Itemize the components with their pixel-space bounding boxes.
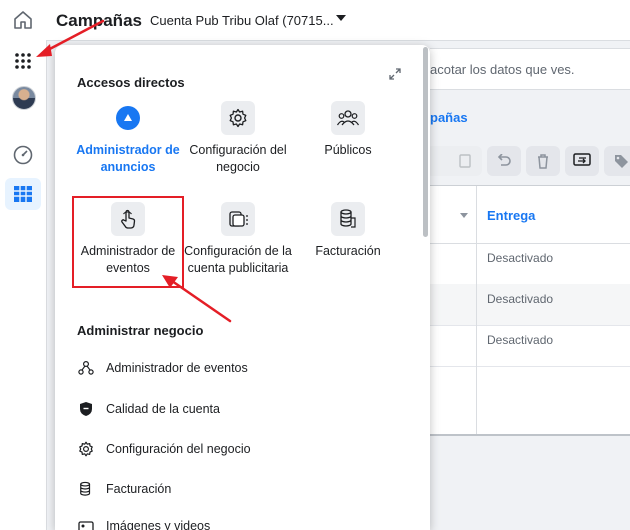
- table-header: Entrega: [430, 186, 630, 244]
- shortcut-ads-manager[interactable]: Administrador de anuncios: [69, 101, 187, 176]
- table-row[interactable]: Desactivado: [430, 243, 630, 285]
- billing-icon: [331, 202, 365, 236]
- gauge-icon[interactable]: [5, 139, 41, 171]
- filter-hint-bar: acotar los datos que ves.: [430, 48, 630, 90]
- image-icon: [77, 519, 95, 530]
- menu-item-billing[interactable]: Facturación: [77, 477, 407, 501]
- gear-icon: [77, 440, 95, 458]
- column-divider: [476, 186, 477, 434]
- expand-icon[interactable]: [388, 67, 402, 86]
- shield-icon: [77, 400, 95, 418]
- filter-hint-text: acotar los datos que ves.: [430, 62, 575, 77]
- duplicate-icon[interactable]: [448, 146, 482, 176]
- tag-icon[interactable]: [604, 146, 630, 176]
- delivery-cell: Desactivado: [487, 251, 554, 265]
- table-grid-icon[interactable]: [5, 178, 41, 210]
- shortcut-audiences[interactable]: Públicos: [289, 101, 407, 159]
- avatar[interactable]: [12, 86, 36, 110]
- menu-item-label: Configuración del negocio: [106, 442, 251, 456]
- shortcut-label: Configuración del negocio: [189, 143, 287, 174]
- menu-item-account-quality[interactable]: Calidad de la cuenta: [77, 397, 407, 421]
- left-nav-rail: [0, 0, 47, 530]
- undo-icon[interactable]: [487, 146, 521, 176]
- sort-caret-icon[interactable]: [460, 213, 468, 218]
- events-icon: [77, 359, 95, 377]
- menu-item-events-manager[interactable]: Administrador de eventos: [77, 356, 407, 380]
- chevron-down-icon[interactable]: [336, 15, 346, 21]
- campaigns-table: Entrega Desactivado Desactivado Desactiv…: [430, 185, 630, 436]
- menu-item-images-videos[interactable]: Imágenes y videos: [77, 517, 407, 530]
- shortcut-label: Configuración de la cuenta publicitaria: [184, 244, 292, 275]
- ab-test-icon[interactable]: [565, 146, 599, 176]
- shortcut-billing[interactable]: Facturación: [289, 202, 407, 260]
- shortcut-business-settings[interactable]: Configuración del negocio: [179, 101, 297, 176]
- delivery-cell: Desactivado: [487, 292, 554, 306]
- gear-icon: [221, 101, 255, 135]
- account-selector[interactable]: Cuenta Pub Tribu Olaf (70715...: [150, 13, 334, 28]
- scrollbar[interactable]: [423, 47, 428, 237]
- menu-item-label: Administrador de eventos: [106, 361, 248, 375]
- audiences-icon: [331, 101, 365, 135]
- campaigns-content: acotar los datos que ves. pañas Entrega …: [426, 40, 630, 530]
- ads-manager-icon: [111, 101, 145, 135]
- manage-business-title: Administrar negocio: [77, 323, 204, 338]
- menu-item-label: Facturación: [106, 482, 172, 496]
- tab-campaigns[interactable]: pañas: [430, 110, 468, 125]
- column-header-delivery[interactable]: Entrega: [487, 208, 535, 223]
- billing-icon: [77, 480, 95, 498]
- shortcut-label: Públicos: [324, 143, 372, 157]
- shortcut-label: Administrador de anuncios: [76, 143, 180, 174]
- table-row[interactable]: Desactivado: [430, 325, 630, 367]
- table-toolbar: [426, 146, 630, 180]
- apps-grid-icon[interactable]: [5, 45, 41, 77]
- annotation-highlight-box: [72, 196, 184, 288]
- delivery-cell: Desactivado: [487, 333, 554, 347]
- shortcut-ad-account-settings[interactable]: Configuración de la cuenta publicitaria: [179, 202, 297, 277]
- shortcuts-title: Accesos directos: [77, 75, 185, 90]
- page-title: Campañas: [56, 11, 142, 30]
- ad-account-settings-icon: [221, 202, 255, 236]
- table-row[interactable]: Desactivado: [430, 284, 630, 326]
- top-header: Campañas Cuenta Pub Tribu Olaf (70715...: [46, 0, 630, 41]
- menu-item-business-settings[interactable]: Configuración del negocio: [77, 437, 407, 461]
- delete-icon[interactable]: [526, 146, 560, 176]
- home-icon[interactable]: [5, 4, 41, 36]
- shortcut-label: Facturación: [315, 244, 381, 258]
- menu-item-label: Calidad de la cuenta: [106, 402, 220, 416]
- menu-item-label: Imágenes y videos: [106, 519, 211, 530]
